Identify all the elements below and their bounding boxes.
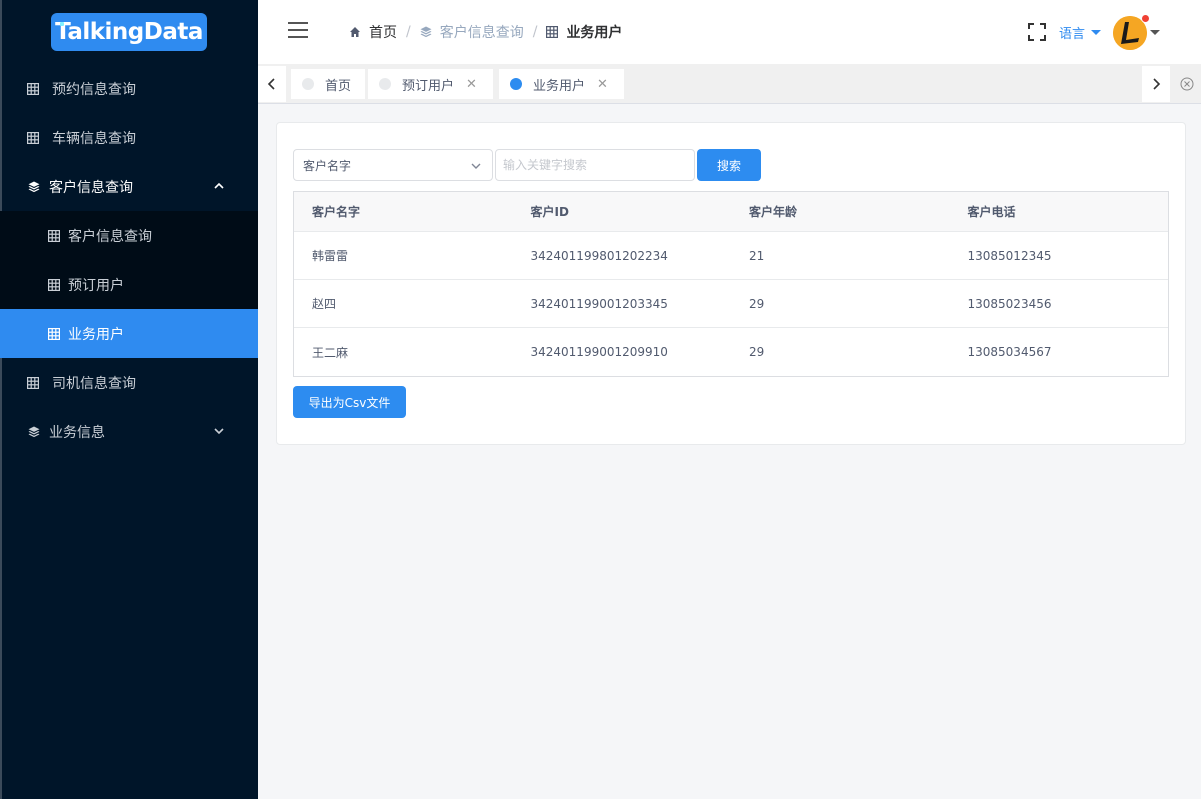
- chevron-down-icon: [214, 428, 224, 435]
- logo-dot: [60, 22, 64, 26]
- breadcrumb-home[interactable]: 首页: [349, 22, 397, 42]
- column-header[interactable]: 客户ID: [513, 203, 732, 220]
- cell-customer-phone: 13085023456: [967, 296, 1052, 311]
- sidebar-item-label: 客户信息查询: [68, 228, 152, 245]
- cell-customer-phone: 13085012345: [967, 248, 1052, 263]
- export-csv-button[interactable]: 导出为Csv文件: [293, 386, 406, 418]
- column-header[interactable]: 客户电话: [950, 203, 1169, 220]
- grid-icon: [48, 229, 60, 242]
- tabs-bar: 首页 预订用户 ✕ 业务用户 ✕: [258, 64, 1201, 104]
- tab-status-dot: [302, 78, 314, 90]
- sidebar-item-label: 预约信息查询: [52, 81, 136, 98]
- sidebar-group-label: 客户信息查询: [49, 179, 133, 196]
- tab-label: 业务用户: [533, 78, 586, 94]
- search-button[interactable]: 搜索: [697, 149, 761, 181]
- cell-customer-age: 29: [749, 345, 765, 359]
- cell-customer-name: 韩雷雷: [312, 249, 349, 263]
- breadcrumb-separator: /: [406, 24, 411, 40]
- sidebar-item-label: 车辆信息查询: [52, 130, 136, 147]
- sidebar-item-vehicle-query[interactable]: 车辆信息查询: [0, 113, 258, 162]
- breadcrumb-separator: /: [532, 24, 538, 40]
- chevron-up-icon: [214, 182, 224, 189]
- sidebar-item-reservation-query[interactable]: 预约信息查询: [0, 64, 258, 113]
- tab-label: 预订用户: [402, 78, 455, 94]
- table-row[interactable]: 赵四 342401199001203345 29 13085023456: [294, 280, 1168, 328]
- chevron-left-icon: [267, 78, 275, 90]
- cell-customer-name: 王二麻: [312, 345, 349, 360]
- content-card: 客户名字 搜索 客户名字 客户ID 客户年龄 客户电话 韩雷雷 34240119…: [276, 122, 1186, 445]
- sidebar-group-customer-query[interactable]: 客户信息查询: [0, 162, 258, 211]
- grid-icon: [27, 376, 39, 389]
- table-row[interactable]: 韩雷雷 342401199801202234 21 13085012345: [294, 232, 1168, 280]
- sidebar-item-driver-query[interactable]: 司机信息查询: [0, 358, 258, 407]
- sidebar-item-business-users[interactable]: 业务用户: [0, 309, 258, 358]
- sidebar-item-customer-info-query[interactable]: 客户信息查询: [0, 211, 258, 260]
- cell-customer-phone: 13085034567: [967, 345, 1052, 359]
- tab-reserved-users[interactable]: 预订用户 ✕: [368, 69, 493, 99]
- layers-icon: [28, 181, 40, 192]
- close-icon[interactable]: ✕: [597, 77, 608, 92]
- sidebar-item-reserved-users[interactable]: 预订用户: [0, 260, 258, 309]
- search-field-value: 客户名字: [303, 158, 352, 173]
- cell-customer-id: 342401199001203345: [530, 296, 668, 311]
- tabs-scroll-right[interactable]: [1142, 66, 1170, 102]
- column-header[interactable]: 客户名字: [294, 203, 513, 220]
- fullscreen-icon[interactable]: [1028, 23, 1046, 41]
- grid-icon: [27, 131, 39, 144]
- sidebar-item-label: 业务用户: [68, 326, 124, 343]
- chevron-right-icon: [1153, 78, 1161, 90]
- tab-business-users[interactable]: 业务用户 ✕: [499, 69, 624, 99]
- customer-table: 客户名字 客户ID 客户年龄 客户电话 韩雷雷 3424011998012022…: [293, 191, 1169, 377]
- table-row[interactable]: 王二麻 342401199001209910 29 13085034567: [294, 328, 1168, 376]
- sidebar-item-label: 司机信息查询: [52, 375, 136, 392]
- tab-home[interactable]: 首页: [291, 69, 365, 99]
- sidebar-item-label: 预订用户: [68, 277, 124, 294]
- sidebar-group-business-info[interactable]: 业务信息: [0, 407, 258, 456]
- tab-status-dot: [379, 78, 391, 90]
- cell-customer-age: 29: [749, 296, 765, 311]
- sidebar: TalkingData 预约信息查询 车辆信息查询 客户信息查询 客户信息查询 …: [0, 0, 258, 799]
- tab-label: 首页: [325, 78, 352, 94]
- close-all-tabs[interactable]: [1172, 66, 1201, 102]
- search-field-select[interactable]: 客户名字: [293, 149, 493, 181]
- tab-status-dot: [510, 78, 522, 90]
- logo-area: TalkingData: [0, 0, 258, 64]
- chevron-down-icon: [471, 163, 481, 169]
- breadcrumb-current: 业务用户: [546, 22, 622, 42]
- language-dropdown[interactable]: 语言: [1059, 23, 1102, 42]
- breadcrumb-customer-query[interactable]: 客户信息查询: [420, 22, 524, 42]
- logo[interactable]: TalkingData: [51, 13, 207, 51]
- home-icon: [350, 27, 360, 37]
- notification-dot: [1141, 14, 1150, 23]
- grid-icon: [546, 26, 559, 38]
- grid-icon: [48, 327, 60, 340]
- breadcrumb: 首页 / 客户信息查询 / 业务用户: [349, 22, 622, 42]
- grid-icon: [48, 278, 60, 291]
- layers-icon: [28, 426, 40, 437]
- tabs-scroll-left[interactable]: [258, 66, 286, 102]
- table-header-row: 客户名字 客户ID 客户年龄 客户电话: [294, 192, 1168, 232]
- logo-text: TalkingData: [55, 19, 203, 45]
- layers-icon: [420, 26, 432, 38]
- search-input[interactable]: [495, 149, 695, 181]
- caret-down-icon[interactable]: [1150, 30, 1160, 35]
- cell-customer-age: 21: [749, 248, 765, 263]
- cell-customer-id: 342401199001209910: [530, 345, 668, 359]
- language-label: 语言: [1059, 27, 1086, 42]
- grid-icon: [27, 82, 39, 95]
- caret-down-icon: [1091, 30, 1102, 35]
- close-circle-icon: [1180, 77, 1193, 91]
- cell-customer-name: 赵四: [312, 297, 337, 311]
- sidebar-group-label: 业务信息: [49, 424, 105, 441]
- cell-customer-id: 342401199801202234: [530, 248, 668, 263]
- column-header[interactable]: 客户年龄: [731, 203, 950, 220]
- top-header: 首页 / 客户信息查询 / 业务用户 语言: [258, 0, 1201, 64]
- menu-toggle-icon[interactable]: [288, 22, 308, 38]
- close-icon[interactable]: ✕: [466, 77, 477, 92]
